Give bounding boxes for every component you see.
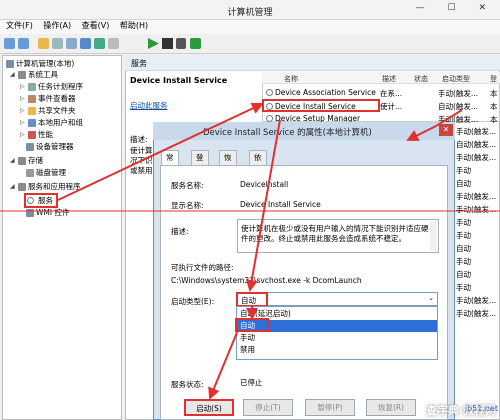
watermark-url: jb51.net [464, 404, 498, 413]
annotation-arrows [0, 102, 500, 400]
arrow-row-to-dialog [435, 109, 463, 127]
arrow-to-start [208, 329, 239, 400]
arrow-to-select [245, 119, 281, 292]
arrow-services-to-row [57, 102, 264, 201]
arrow-row-to-dialog-head [406, 125, 437, 141]
